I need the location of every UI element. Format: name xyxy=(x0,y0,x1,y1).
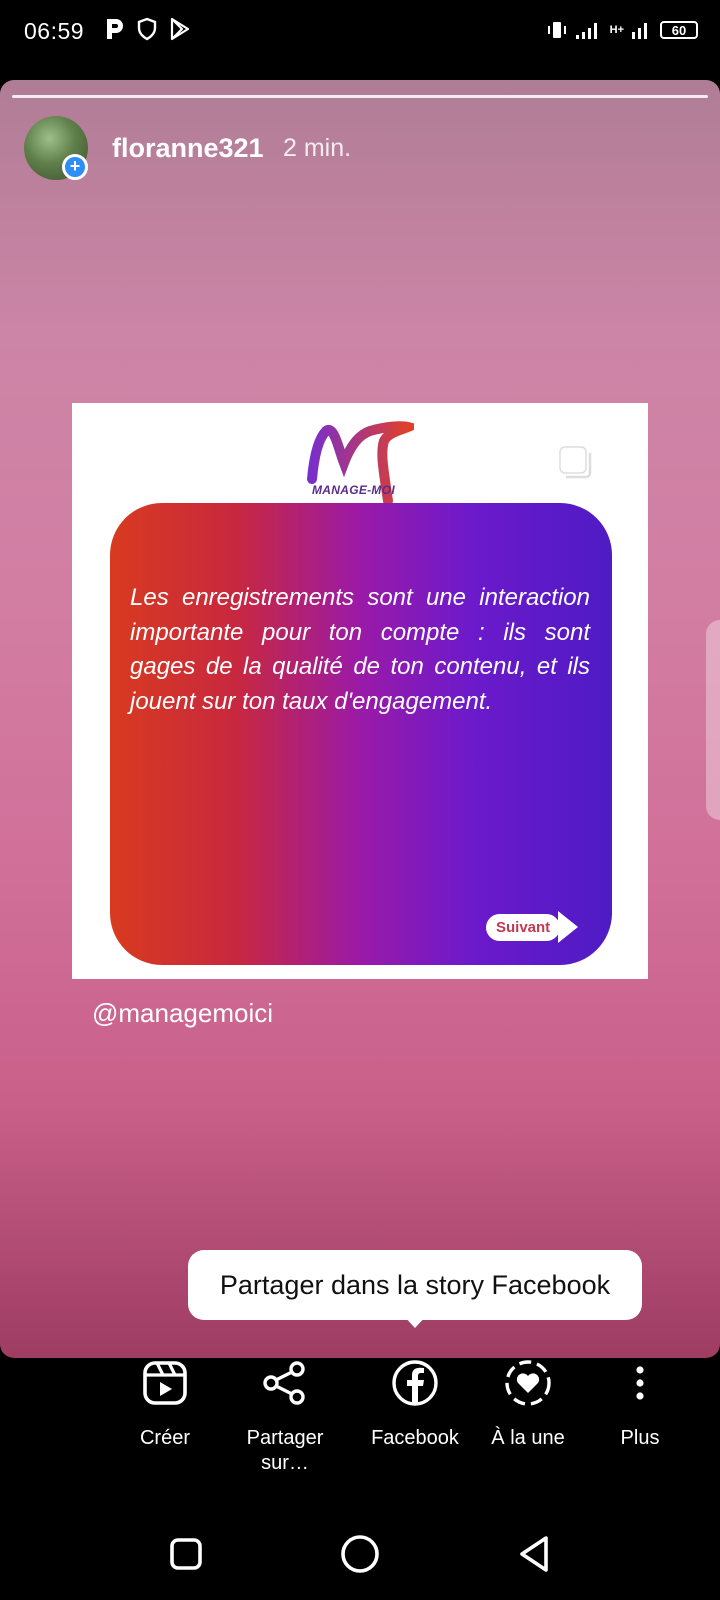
vibrate-icon xyxy=(547,22,566,38)
home-button[interactable] xyxy=(336,1530,384,1578)
facebook-button[interactable]: Facebook xyxy=(355,1358,475,1451)
next-slide-button[interactable]: Suivant xyxy=(486,911,579,943)
highlight-heart-icon xyxy=(505,1360,551,1406)
mention-sticker[interactable]: @managemoici xyxy=(92,998,273,1029)
signal-icon xyxy=(632,23,647,39)
username[interactable]: floranne321 xyxy=(112,133,264,164)
more-label: Plus xyxy=(620,1427,660,1449)
status-time: 06:59 xyxy=(24,18,85,44)
story-timestamp: 2 min. xyxy=(283,134,352,162)
facebook-label: Facebook xyxy=(371,1427,459,1449)
status-icons-right: H+ 60 xyxy=(546,19,698,41)
system-nav-bar xyxy=(0,1510,720,1600)
post-card: Les enregistrements sont une interaction… xyxy=(110,503,612,965)
story-progress-bar xyxy=(12,95,708,98)
shared-post[interactable]: MANAGE-MOI Les enregistrements sont une … xyxy=(72,403,648,979)
signal-icon xyxy=(575,23,597,39)
p-icon xyxy=(107,19,123,39)
facebook-icon xyxy=(392,1360,438,1406)
back-button[interactable] xyxy=(510,1530,558,1578)
reels-icon xyxy=(143,1361,187,1405)
add-story-badge[interactable]: + xyxy=(62,154,88,180)
side-panel-handle[interactable] xyxy=(706,620,720,820)
share-bar: Créer Partager sur… Facebook À la une Pl… xyxy=(0,1358,720,1508)
play-store-icon xyxy=(170,17,190,41)
shield-icon xyxy=(137,17,157,41)
battery-icon: 60 xyxy=(660,21,698,39)
post-body-text: Les enregistrements sont une interaction… xyxy=(130,584,590,715)
share-icon xyxy=(263,1361,305,1405)
share-tooltip[interactable]: Partager dans la story Facebook xyxy=(188,1250,642,1320)
tooltip-pointer xyxy=(402,1314,428,1328)
network-type-label: H+ xyxy=(609,24,624,36)
highlight-button[interactable]: À la une xyxy=(468,1358,588,1451)
more-vertical-icon xyxy=(636,1366,644,1400)
next-slide-label: Suivant xyxy=(486,913,561,941)
arrow-right-icon xyxy=(558,911,579,943)
highlight-label: À la une xyxy=(491,1427,565,1449)
carousel-icon xyxy=(559,446,592,479)
status-bar: 06:59 H+ 60 xyxy=(0,0,720,66)
share-to-button[interactable]: Partager sur… xyxy=(225,1358,345,1476)
share-to-label: Partager sur… xyxy=(246,1427,324,1474)
story-viewer[interactable]: + floranne321 2 min. MANAGE-MOI Les enre… xyxy=(0,80,720,1358)
create-label: Créer xyxy=(139,1427,190,1449)
recents-button[interactable] xyxy=(162,1530,210,1578)
create-button[interactable]: Créer xyxy=(105,1358,225,1451)
logo-text: MANAGE-MOI xyxy=(312,483,395,497)
status-icons-left xyxy=(104,17,192,41)
more-button[interactable]: Plus xyxy=(580,1358,700,1451)
